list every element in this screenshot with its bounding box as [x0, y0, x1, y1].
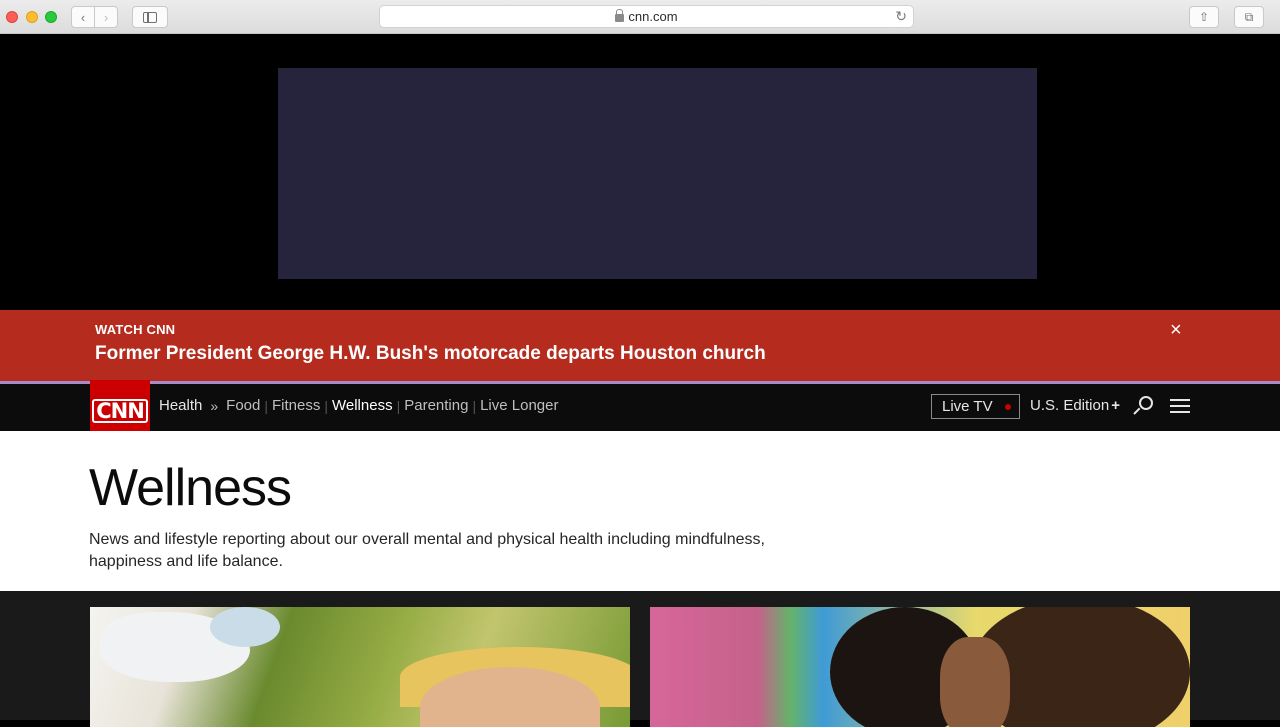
zoom-window-button[interactable] — [45, 11, 57, 23]
share-button[interactable]: ⇧ — [1189, 6, 1219, 28]
back-button[interactable]: ‹ — [71, 6, 95, 28]
page: WATCH CNN Former President George H.W. B… — [0, 35, 1280, 727]
minimize-window-button[interactable] — [26, 11, 38, 23]
nav-divider: | — [472, 397, 477, 414]
sidebar-icon — [143, 11, 157, 23]
forward-button[interactable]: › — [94, 6, 118, 28]
sidebar-toggle-button[interactable] — [132, 6, 168, 28]
tabs-icon: ⧉ — [1244, 9, 1254, 24]
plus-icon: + — [1111, 397, 1120, 414]
edition-label: U.S. Edition — [1030, 397, 1110, 414]
live-tv-label: Live TV — [942, 398, 993, 415]
close-icon[interactable]: × — [1170, 319, 1182, 342]
nav-link-food[interactable]: Food — [226, 397, 260, 414]
section-description: News and lifestyle reporting about our o… — [89, 531, 765, 570]
share-icon: ⇧ — [1198, 10, 1210, 24]
address-bar[interactable]: cnn.com ↻ — [379, 5, 914, 28]
nav-link-parenting[interactable]: Parenting — [404, 397, 468, 414]
chevron-right-icon: › — [103, 9, 109, 25]
section-intro: Wellness News and lifestyle reporting ab… — [0, 431, 1280, 591]
search-icon[interactable] — [1133, 396, 1154, 416]
nav-link-fitness[interactable]: Fitness — [272, 397, 320, 414]
nav-divider: | — [264, 397, 268, 414]
breaking-label: WATCH CNN — [95, 322, 176, 337]
tab-overview-button[interactable]: ⧉ — [1234, 6, 1264, 28]
url-text: cnn.com — [628, 9, 678, 24]
menu-icon[interactable] — [1170, 399, 1190, 413]
chevron-left-icon: ‹ — [80, 9, 86, 25]
page-title: Wellness — [89, 459, 292, 517]
live-tv-button[interactable]: Live TV — [931, 394, 1020, 419]
breaking-headline[interactable]: Former President George H.W. Bush's moto… — [95, 343, 766, 365]
breaking-news-banner[interactable]: WATCH CNN Former President George H.W. B… — [0, 310, 1280, 381]
ad-zone — [0, 35, 1280, 310]
close-window-button[interactable] — [6, 11, 18, 23]
nav-link-live-longer[interactable]: Live Longer — [480, 397, 558, 414]
reload-icon[interactable]: ↻ — [895, 8, 907, 25]
edition-selector[interactable]: U.S. Edition + — [1030, 397, 1120, 414]
nav-link-wellness[interactable]: Wellness — [332, 397, 393, 414]
browser-toolbar: ‹ › cnn.com ↻ ⇧ ⧉ — [0, 0, 1280, 34]
story-image[interactable] — [650, 607, 1190, 727]
lock-icon — [615, 8, 625, 22]
story-image[interactable] — [90, 607, 630, 727]
nav-divider: | — [324, 397, 328, 414]
story-feed — [0, 591, 1280, 727]
nav-section-health[interactable]: Health — [159, 397, 202, 414]
chevron-icon: » — [210, 397, 219, 414]
nav-links: Health » Food | Fitness | Wellness | Par… — [159, 397, 559, 414]
ad-placeholder[interactable] — [278, 68, 1037, 279]
site-nav: CNN Health » Food | Fitness | Wellness |… — [0, 380, 1280, 441]
live-indicator-icon — [1004, 403, 1011, 410]
nav-divider: | — [396, 397, 401, 414]
